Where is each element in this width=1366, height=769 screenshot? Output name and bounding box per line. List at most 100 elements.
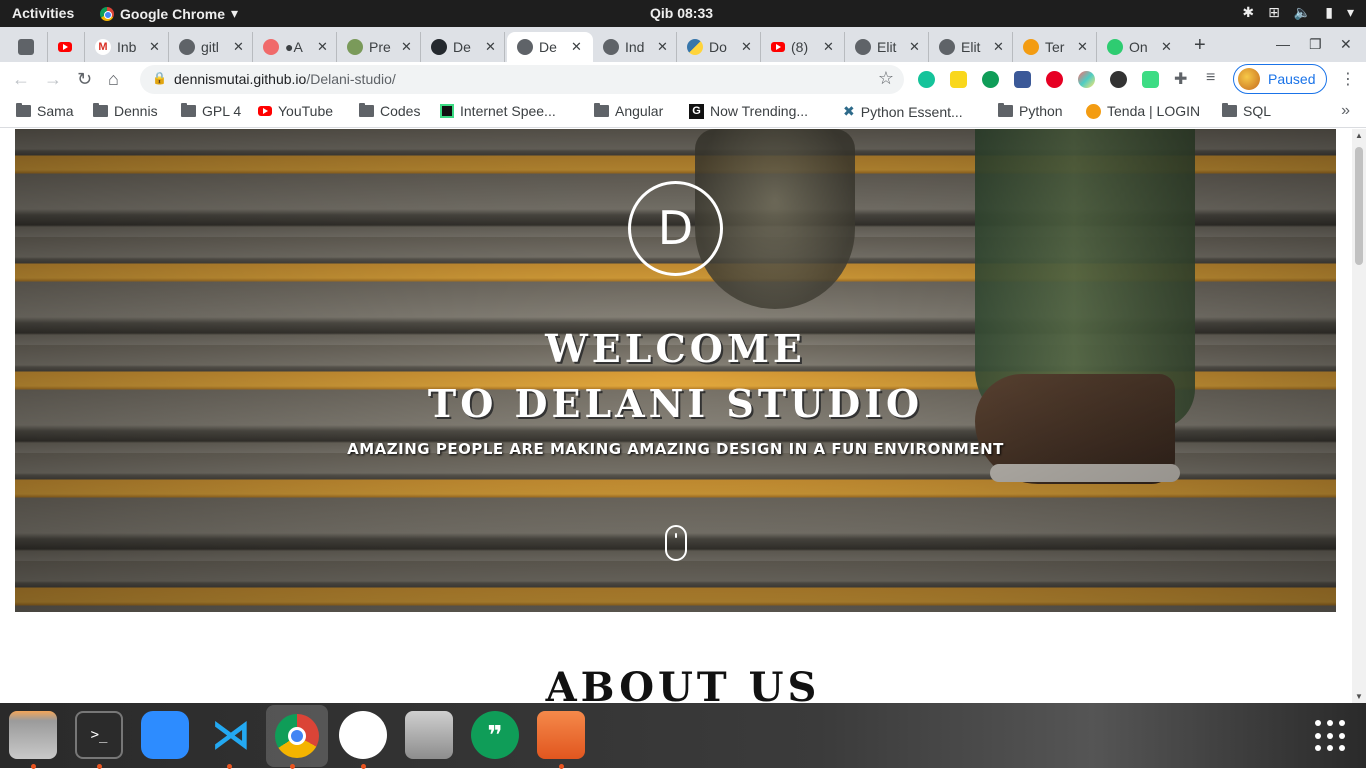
show-applications-icon[interactable] <box>1315 720 1347 752</box>
bookmark-internet-speed[interactable]: Internet Spee... <box>440 103 556 119</box>
tab-ind[interactable]: Ind ✕ <box>593 32 677 62</box>
close-icon[interactable]: ✕ <box>993 39 1004 55</box>
tab-python-docs[interactable]: Do ✕ <box>677 32 761 62</box>
window-close-icon[interactable]: ✕ <box>1340 36 1352 53</box>
chat-extension-icon[interactable] <box>982 71 999 88</box>
notes-extension-icon[interactable] <box>950 71 967 88</box>
system-tray[interactable]: ✱ ⊞ 🔈 ▮ ▾ <box>1242 4 1354 21</box>
close-icon[interactable]: ✕ <box>1161 39 1172 55</box>
bookmark-codes[interactable]: Codes <box>359 103 420 119</box>
extensions-puzzle-icon[interactable]: ✚ <box>1174 69 1187 89</box>
slack-tray-icon[interactable]: ✱ <box>1242 4 1254 21</box>
scroll-up-arrow-icon[interactable]: ▲ <box>1355 131 1363 140</box>
bookmark-gpl4[interactable]: GPL 4 <box>181 103 241 119</box>
home-icon[interactable]: ⌂ <box>108 69 119 90</box>
url-host: dennismutai.github.io <box>174 71 307 87</box>
folder-icon <box>181 103 196 117</box>
screenshot-folder-icon[interactable] <box>537 711 585 759</box>
profile-button[interactable]: Paused <box>1233 64 1327 94</box>
folder-icon <box>1222 103 1237 117</box>
scroll-down-arrow-icon[interactable]: ▼ <box>1355 692 1363 701</box>
close-icon[interactable]: ✕ <box>909 39 920 55</box>
tab-label: (8) <box>791 39 809 55</box>
restore-icon[interactable]: ❐ <box>1309 36 1322 53</box>
scroll-down-mouse-icon[interactable] <box>665 525 687 561</box>
tab-strip: M Inb ✕ gitl ✕ ●A ✕ Pre ✕ De ✕ De ✕ Ind … <box>0 27 1366 62</box>
tab-tenda[interactable]: Ter ✕ <box>1013 32 1097 62</box>
back-icon[interactable]: ← <box>12 69 30 90</box>
camera-extension-icon[interactable] <box>1014 71 1031 88</box>
bookmark-youtube[interactable]: YouTube <box>258 103 333 119</box>
tab-pinned-clipboard[interactable] <box>8 32 48 62</box>
pinterest-icon[interactable] <box>1046 71 1063 88</box>
bookmarks-overflow-icon[interactable]: » <box>1341 102 1350 120</box>
grammarly-icon[interactable] <box>918 71 935 88</box>
tab-active-delani[interactable]: De ✕ <box>507 32 593 62</box>
bookmark-now-trending[interactable]: G Now Trending... <box>689 103 808 119</box>
color-extension-icon[interactable] <box>1078 71 1095 88</box>
close-icon[interactable]: ✕ <box>401 39 412 55</box>
tab-github[interactable]: De ✕ <box>421 32 505 62</box>
close-icon[interactable]: ✕ <box>823 39 834 55</box>
close-icon[interactable]: ✕ <box>571 39 582 55</box>
close-icon[interactable]: ✕ <box>741 39 752 55</box>
slack-icon[interactable] <box>339 711 387 759</box>
activities-button[interactable]: Activities <box>12 5 74 21</box>
battery-icon[interactable]: ▮ <box>1325 4 1333 21</box>
scrollbar-thumb[interactable] <box>1355 147 1363 265</box>
zoom-icon[interactable] <box>141 711 189 759</box>
close-icon[interactable]: ✕ <box>317 39 328 55</box>
address-bar[interactable]: 🔒 dennismutai.github.io/Delani-studio/ ☆ <box>140 65 904 94</box>
tab-gitlab[interactable]: gitl ✕ <box>169 32 253 62</box>
tab-label: Ter <box>1045 39 1065 55</box>
bookmark-tenda-login[interactable]: Tenda | LOGIN <box>1086 103 1200 119</box>
bookmark-python-essentials[interactable]: ✖ Python Essent... <box>843 103 963 120</box>
clock[interactable]: Qib 08:33 <box>650 5 713 21</box>
avatar-extension-icon[interactable] <box>1110 71 1127 88</box>
url-text[interactable]: dennismutai.github.io/Delani-studio/ <box>174 71 396 87</box>
forward-icon[interactable]: → <box>44 69 62 90</box>
bookmark-angular[interactable]: Angular <box>594 103 663 119</box>
close-icon[interactable]: ✕ <box>657 39 668 55</box>
close-icon[interactable]: ✕ <box>233 39 244 55</box>
chevron-down-icon[interactable]: ▾ <box>1347 4 1354 21</box>
new-tab-button[interactable]: + <box>1194 34 1206 57</box>
close-icon[interactable]: ✕ <box>1077 39 1088 55</box>
bookmark-sama[interactable]: Sama <box>16 103 74 119</box>
bookmark-label: Dennis <box>114 103 158 119</box>
terminal-icon[interactable]: >_ <box>75 711 123 759</box>
studio-logo: D <box>628 181 723 276</box>
reload-icon[interactable]: ↻ <box>77 69 92 90</box>
tab-gmail[interactable]: M Inb ✕ <box>85 32 169 62</box>
page-scrollbar[interactable]: ▲ ▼ <box>1352 129 1366 703</box>
menu-kebab-icon[interactable]: ⋮ <box>1340 69 1356 89</box>
bookmark-star-icon[interactable]: ☆ <box>878 68 894 89</box>
globe-icon <box>517 39 533 55</box>
tab-odi[interactable]: On ✕ <box>1097 32 1181 62</box>
close-icon[interactable]: ✕ <box>149 39 160 55</box>
lock-icon[interactable]: 🔒 <box>152 71 167 85</box>
volume-icon[interactable]: 🔈 <box>1294 4 1311 21</box>
tab-elit-1[interactable]: Elit ✕ <box>845 32 929 62</box>
chrome-dock-icon[interactable] <box>266 705 328 767</box>
tab-label: Pre <box>369 39 391 55</box>
tab-pre[interactable]: Pre ✕ <box>337 32 421 62</box>
tab-youtube[interactable]: (8) ✕ <box>761 32 845 62</box>
tab-asana[interactable]: ●A ✕ <box>253 32 337 62</box>
ubuntu-dock: >_ ⋊ ❞ <box>0 703 1366 769</box>
hangouts-icon[interactable]: ❞ <box>471 711 519 759</box>
media-control-icon[interactable]: ≡ <box>1206 69 1215 87</box>
close-icon[interactable]: ✕ <box>485 39 496 55</box>
tab-pinned-youtube[interactable] <box>48 32 85 62</box>
bookmark-sql[interactable]: SQL <box>1222 103 1271 119</box>
vscode-icon[interactable]: ⋊ <box>207 711 255 759</box>
bookmark-dennis[interactable]: Dennis <box>93 103 158 119</box>
app-menu[interactable]: Google Chrome ▾ <box>100 5 238 22</box>
minimize-icon[interactable]: — <box>1276 36 1290 52</box>
files-archive-icon[interactable] <box>9 711 57 759</box>
tab-elit-2[interactable]: Elit ✕ <box>929 32 1013 62</box>
inbox-extension-icon[interactable] <box>1142 71 1159 88</box>
bookmark-python[interactable]: Python <box>998 103 1063 119</box>
network-icon[interactable]: ⊞ <box>1268 4 1280 21</box>
camera-app-icon[interactable] <box>405 711 453 759</box>
